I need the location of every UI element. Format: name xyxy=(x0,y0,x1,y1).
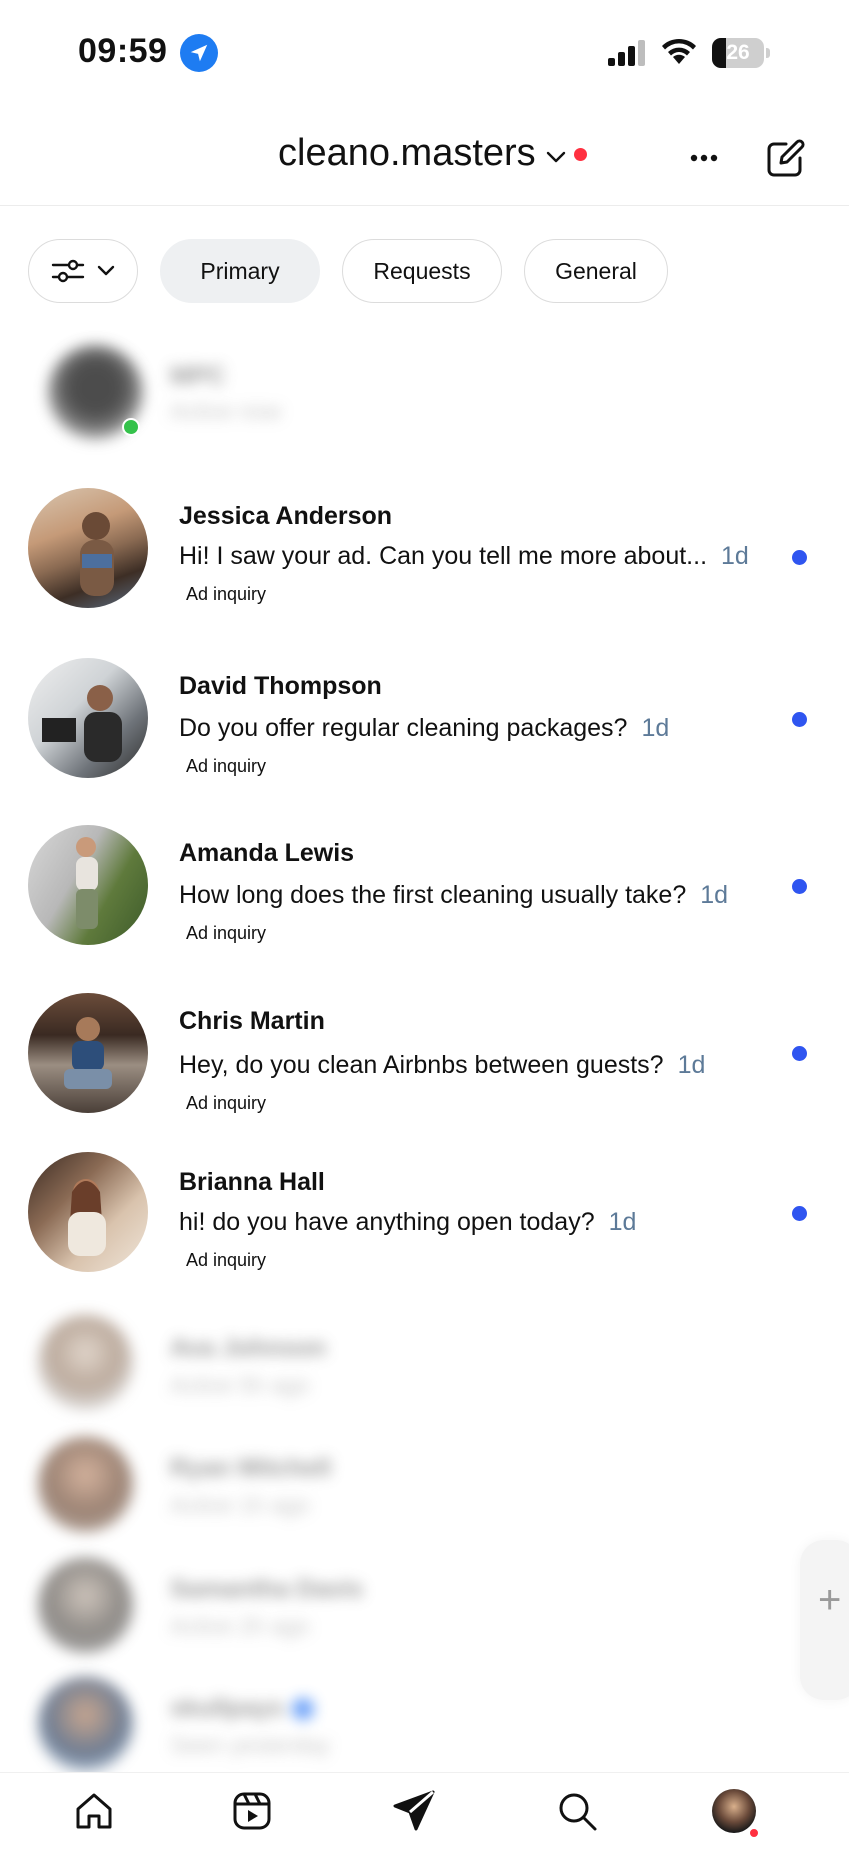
bottom-nav xyxy=(0,1772,849,1853)
avatar xyxy=(28,825,148,945)
battery-level: 26 xyxy=(726,41,750,64)
account-switcher[interactable]: cleano.masters xyxy=(278,132,587,175)
chip-general[interactable]: General xyxy=(524,239,668,303)
battery-tip xyxy=(766,48,770,58)
reels-icon[interactable] xyxy=(228,1787,276,1835)
conversation-row[interactable]: David Thompson Do you offer regular clea… xyxy=(0,658,849,788)
message-time: 1d xyxy=(641,714,670,742)
avatar xyxy=(38,1437,133,1532)
conversation-name: Ryan Mitchell xyxy=(170,1454,332,1482)
ad-inquiry-label: Ad inquiry xyxy=(186,1093,267,1113)
conversation-name: David Thompson xyxy=(179,672,382,700)
filter-chips: Primary Requests General xyxy=(28,239,668,303)
conversation-status: Active 5h ago xyxy=(170,1372,310,1398)
wifi-icon xyxy=(662,38,696,64)
conversation-status: Seen yesterday xyxy=(170,1732,330,1758)
conversation-name: Amanda Lewis xyxy=(179,839,355,867)
home-icon[interactable] xyxy=(70,1787,118,1835)
avatar xyxy=(28,993,148,1113)
unread-dot xyxy=(792,1206,807,1221)
message-time: 1d xyxy=(608,1208,637,1236)
online-indicator xyxy=(122,418,140,436)
profile-notification-dot xyxy=(748,1827,760,1839)
avatar xyxy=(28,488,148,608)
conversation-row[interactable]: Ryan Mitchell Active 1h ago xyxy=(0,1432,849,1542)
message-preview: How long does the first cleaning usually… xyxy=(179,881,728,910)
conversation-name: Jessica Anderson xyxy=(179,502,393,530)
message-text: hi! do you have anything open today? xyxy=(179,1208,595,1236)
conversation-row[interactable]: Ava Johnson Active 5h ago xyxy=(0,1310,849,1420)
plus-icon[interactable]: + xyxy=(818,1580,841,1620)
avatar xyxy=(28,1152,148,1272)
unread-dot xyxy=(792,879,807,894)
message-time: 1d xyxy=(721,542,749,570)
message-text: Hey, do you clean Airbnbs between guests… xyxy=(179,1051,664,1079)
conversation-name: Samantha Davis xyxy=(170,1575,364,1603)
conversation-row[interactable]: Chris Martin Hey, do you clean Airbnbs b… xyxy=(0,993,849,1123)
message-preview: Do you offer regular cleaning packages? 1… xyxy=(179,714,669,743)
unread-dot xyxy=(792,1046,807,1061)
chevron-down-icon xyxy=(546,151,565,162)
message-preview: Hey, do you clean Airbnbs between guests… xyxy=(179,1051,705,1080)
verified-badge-icon xyxy=(291,1698,314,1721)
ad-inquiry-label: Ad inquiry xyxy=(186,756,267,776)
message-time: 1d xyxy=(677,1051,706,1079)
inbox-header: cleano.masters xyxy=(0,110,849,206)
unread-dot xyxy=(792,550,807,565)
conversation-row[interactable]: MPC Active now xyxy=(0,340,849,445)
message-text: Hi! I saw your ad. Can you tell me more … xyxy=(179,542,708,570)
status-bar: 09:59 26 xyxy=(0,0,849,110)
conversation-row[interactable]: Amanda Lewis How long does the first cle… xyxy=(0,825,849,955)
avatar xyxy=(38,1677,133,1772)
ad-inquiry-label: Ad inquiry xyxy=(186,923,267,943)
message-text: Do you offer regular cleaning packages? xyxy=(179,714,628,742)
location-arrow-icon xyxy=(180,34,218,72)
chip-primary[interactable]: Primary xyxy=(160,239,320,303)
signal-icon xyxy=(608,40,645,66)
message-preview: hi! do you have anything open today? 1d xyxy=(179,1208,636,1237)
conversation-status: Active 2h ago xyxy=(170,1613,310,1639)
chevron-down-icon xyxy=(97,265,115,276)
profile-avatar[interactable] xyxy=(712,1789,756,1833)
battery-icon: 26 xyxy=(712,38,764,68)
message-preview: Hi! I saw your ad. Can you tell me more … xyxy=(179,542,749,571)
compose-icon[interactable] xyxy=(764,138,806,180)
conversation-name: skullpays xyxy=(170,1694,314,1723)
chip-requests[interactable]: Requests xyxy=(342,239,502,303)
message-time: 1d xyxy=(700,881,729,909)
ad-inquiry-label: Ad inquiry xyxy=(186,1250,267,1270)
account-name: cleano.masters xyxy=(278,132,536,174)
conversation-name-text: skullpays xyxy=(170,1694,284,1722)
conversation-row[interactable]: Samantha Davis Active 2h ago xyxy=(0,1553,849,1663)
avatar xyxy=(38,1315,133,1410)
notification-dot xyxy=(573,148,587,161)
conversation-name: Brianna Hall xyxy=(179,1168,325,1196)
ad-inquiry-label: Ad inquiry xyxy=(186,584,267,604)
conversation-name: MPC xyxy=(170,362,226,390)
avatar xyxy=(38,1558,133,1653)
sliders-icon xyxy=(51,259,85,283)
conversation-status: Active now xyxy=(170,398,282,424)
conversation-row[interactable]: Brianna Hall hi! do you have anything op… xyxy=(0,1152,849,1282)
conversation-status: Active 1h ago xyxy=(170,1492,310,1518)
avatar xyxy=(28,658,148,778)
conversation-name: Ava Johnson xyxy=(170,1334,327,1362)
conversation-name: Chris Martin xyxy=(179,1007,325,1035)
conversation-row[interactable]: Jessica Anderson Hi! I saw your ad. Can … xyxy=(0,488,849,618)
message-text: How long does the first cleaning usually… xyxy=(179,881,687,909)
filter-button[interactable] xyxy=(28,239,138,303)
direct-icon[interactable] xyxy=(390,1787,438,1835)
conversation-row[interactable]: skullpays Seen yesterday xyxy=(0,1672,849,1782)
status-time: 09:59 xyxy=(78,32,168,70)
search-icon[interactable] xyxy=(553,1787,601,1835)
unread-dot xyxy=(792,712,807,727)
more-icon[interactable] xyxy=(690,154,718,162)
